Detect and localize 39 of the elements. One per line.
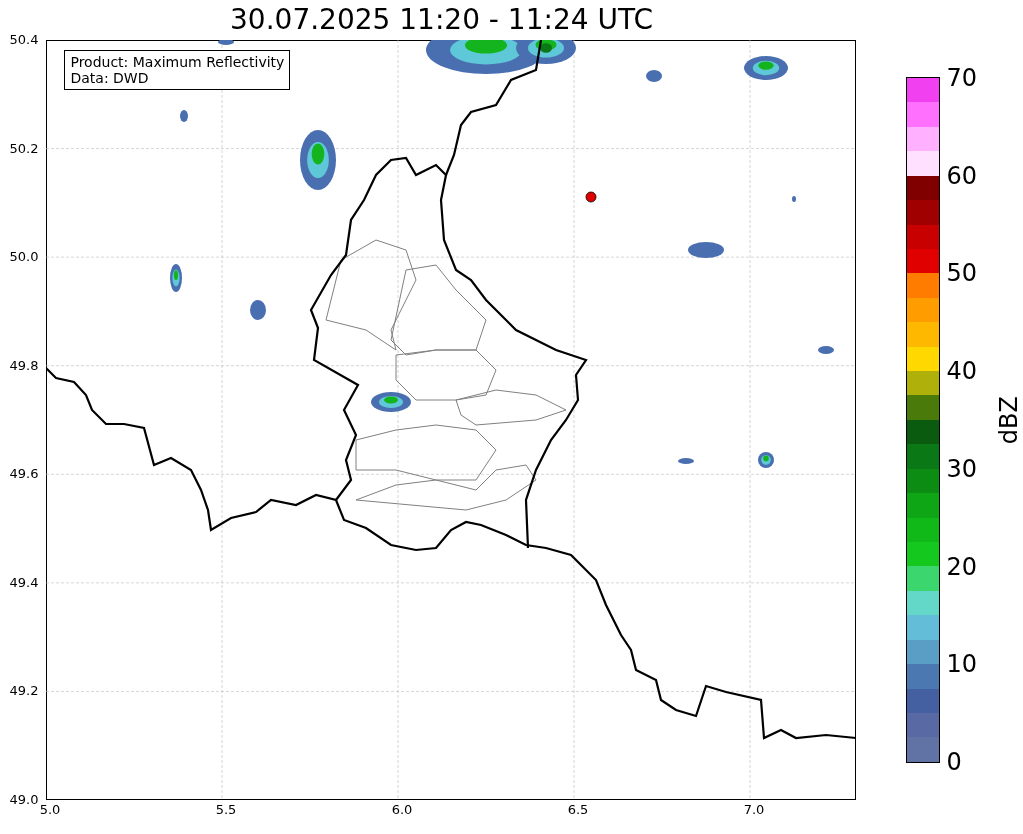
y-tick-label: 49.8 (9, 357, 39, 374)
colorbar-label: dBZ (995, 395, 1023, 445)
colorbar-tick-label: 10 (946, 650, 977, 679)
radar-echo (250, 300, 267, 320)
radar-echo (792, 196, 797, 202)
colorbar-tick-label: 60 (946, 161, 977, 190)
y-tick-label: 49.0 (9, 791, 39, 808)
radar-echo (180, 110, 189, 122)
x-tick-label: 6.5 (567, 802, 589, 817)
legend-text: Data: DWD (70, 70, 150, 86)
radar-echo (170, 264, 183, 292)
radar-echo (218, 40, 235, 45)
location-marker (586, 191, 597, 203)
y-tick-label: 50.2 (9, 140, 39, 157)
x-tick-label: 5.5 (215, 802, 237, 817)
y-tick-label: 50.0 (9, 249, 39, 266)
radar-echo (688, 242, 725, 258)
legend-text: Product: Maximum Reflectivity (70, 54, 285, 70)
colorbar-tick-label: 30 (946, 454, 977, 483)
radar-echo (758, 452, 775, 468)
radar-echo (744, 56, 789, 80)
radar-echo (678, 458, 695, 464)
colorbar-tick-label: 20 (946, 552, 977, 581)
y-tick-label: 50.4 (9, 32, 39, 48)
radar-echo (818, 346, 835, 354)
colorbar-tick-label: 50 (946, 259, 977, 288)
x-tick-label: 7.0 (743, 802, 765, 817)
colorbar-tick-label: 0 (946, 747, 963, 776)
y-tick-label: 49.2 (9, 683, 39, 700)
radar-echo (646, 70, 663, 82)
radar-echo (371, 392, 412, 412)
chart-title: 30.07.2025 11:20 - 11:24 UTC (230, 4, 653, 36)
y-tick-label: 49.6 (9, 466, 39, 483)
x-tick-label: 6.0 (391, 802, 413, 817)
radar-echo (300, 130, 337, 190)
colorbar-tick-label: 70 (946, 64, 977, 92)
y-tick-label: 49.4 (9, 574, 39, 591)
colorbar-tick-label: 40 (946, 357, 977, 386)
x-tick-label: 5.0 (39, 802, 61, 817)
